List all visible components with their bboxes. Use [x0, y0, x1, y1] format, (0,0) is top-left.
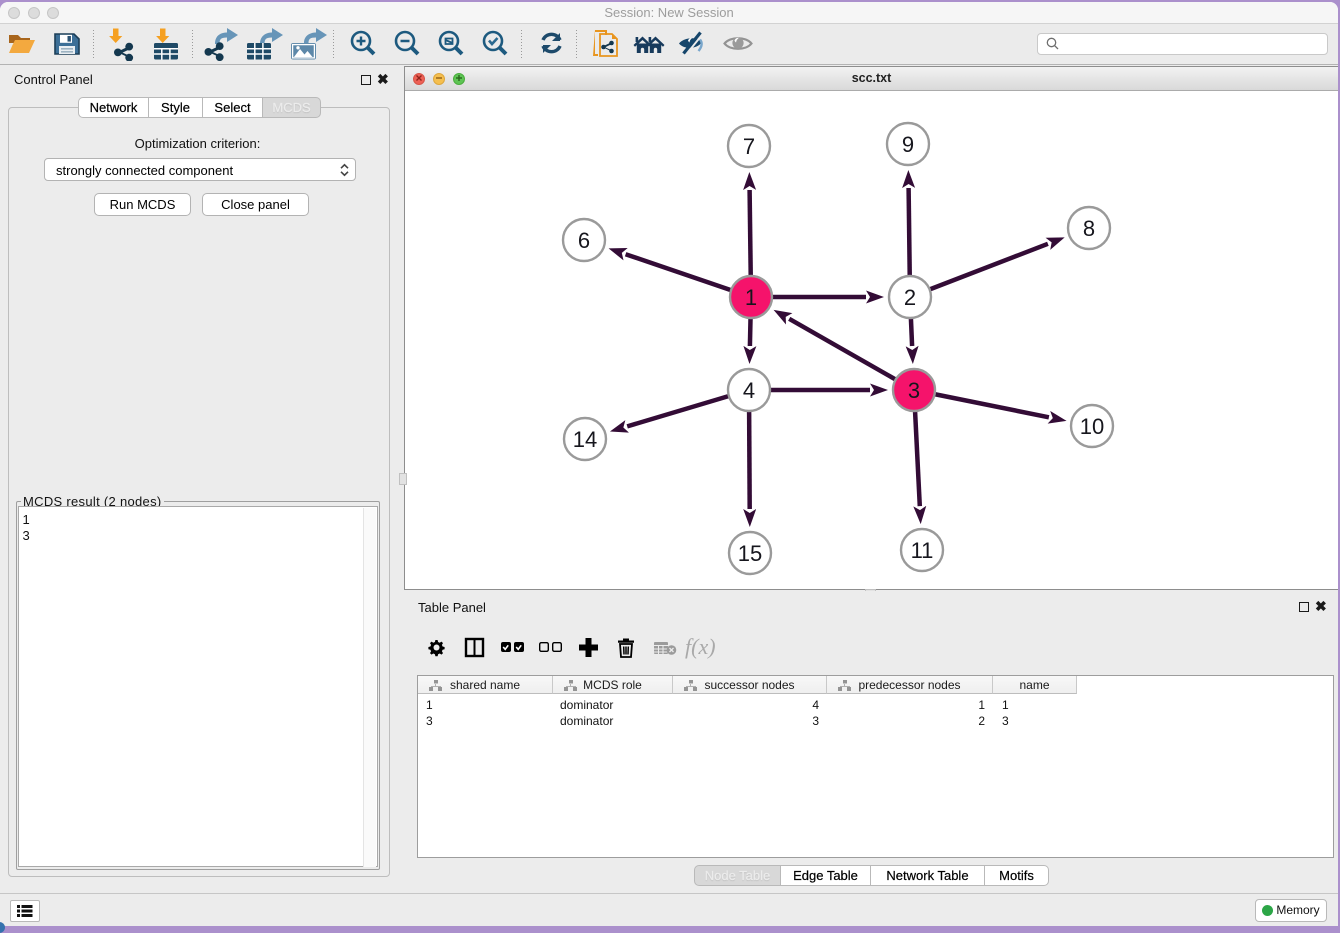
svg-text:1: 1 — [745, 285, 757, 310]
svg-text:2: 2 — [904, 285, 916, 310]
svg-text:14: 14 — [573, 427, 597, 452]
svg-text:6: 6 — [578, 228, 590, 253]
svg-text:9: 9 — [902, 132, 914, 157]
svg-text:3: 3 — [908, 378, 920, 403]
svg-text:7: 7 — [743, 134, 755, 159]
svg-text:4: 4 — [743, 378, 755, 403]
svg-text:8: 8 — [1083, 216, 1095, 241]
svg-text:10: 10 — [1080, 414, 1104, 439]
svg-text:11: 11 — [911, 538, 934, 563]
svg-text:15: 15 — [738, 541, 762, 566]
